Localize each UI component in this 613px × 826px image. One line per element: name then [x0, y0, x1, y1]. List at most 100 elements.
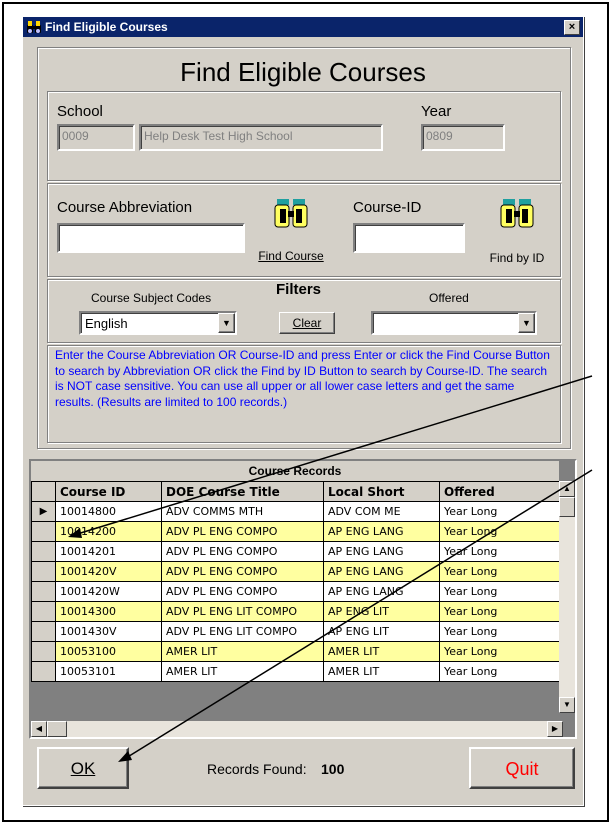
table-row[interactable]: 10014201 ADV PL ENG COMPO AP ENG LANG Year … — [31, 541, 570, 562]
scroll-thumb[interactable] — [559, 497, 575, 517]
chevron-down-icon[interactable]: ▼ — [218, 313, 235, 333]
cell-offered[interactable]: Year Long — [439, 541, 570, 562]
cell-local-short[interactable]: AP ENG LANG — [323, 561, 440, 582]
table-row[interactable]: 10014300 ADV PL ENG LIT COMPO AP ENG LIT Ye… — [31, 601, 570, 622]
course-records-caption: Course Records — [31, 461, 559, 482]
cell-local-short[interactable]: AP ENG LANG — [323, 521, 440, 542]
table-row[interactable]: 1001430V ADV PL ENG LIT COMPO AP ENG LIT Ye… — [31, 621, 570, 642]
table-row[interactable]: 10053100 AMER LIT AMER LIT Year Long — [31, 641, 570, 662]
row-selector-header — [31, 481, 56, 502]
cell-local-short[interactable]: AMER LIT — [323, 661, 440, 682]
column-header-local-short[interactable]: Local Short — [323, 481, 440, 502]
cell-doe-title[interactable]: ADV PL ENG LIT COMPO — [161, 621, 324, 642]
cell-offered[interactable]: Year Long — [439, 581, 570, 602]
cell-doe-title[interactable]: ADV PL ENG COMPO — [161, 521, 324, 542]
cell-course-id[interactable]: 10014200 — [55, 521, 162, 542]
cell-course-id[interactable]: 1001420W — [55, 581, 162, 602]
cell-local-short[interactable]: AP ENG LANG — [323, 541, 440, 562]
close-button[interactable]: × — [564, 20, 580, 35]
cell-local-short[interactable]: ADV COM ME — [323, 501, 440, 522]
cell-offered[interactable]: Year Long — [439, 641, 570, 662]
clear-button[interactable]: Clear — [279, 312, 335, 334]
course-records-table: Course ID DOE Course Title Local Short O… — [31, 481, 570, 682]
cell-doe-title[interactable]: ADV PL ENG COMPO — [161, 561, 324, 582]
row-selector[interactable] — [31, 561, 56, 582]
cell-offered[interactable]: Year Long — [439, 501, 570, 522]
table-row[interactable]: 1001420W ADV PL ENG COMPO AP ENG LANG Year … — [31, 581, 570, 602]
course-abbreviation-input[interactable] — [57, 223, 245, 253]
row-selector[interactable] — [31, 541, 56, 562]
school-code-field[interactable]: 0009 — [57, 124, 135, 151]
cell-offered[interactable]: Year Long — [439, 601, 570, 622]
scroll-up-icon[interactable]: ▲ — [559, 481, 575, 497]
row-selector[interactable] — [31, 521, 56, 542]
title-bar[interactable]: Find Eligible Courses × — [23, 17, 583, 37]
quit-button[interactable]: Quit — [469, 747, 575, 789]
cell-doe-title[interactable]: ADV PL ENG LIT COMPO — [161, 601, 324, 622]
cell-local-short[interactable]: AP ENG LIT — [323, 621, 440, 642]
row-selector[interactable] — [31, 581, 56, 602]
find-by-id-label: Find by ID — [489, 251, 545, 265]
offered-label: Offered — [429, 291, 469, 305]
subject-codes-value: English — [85, 316, 128, 331]
cell-doe-title[interactable]: ADV PL ENG COMPO — [161, 541, 324, 562]
column-header-doe-title[interactable]: DOE Course Title — [161, 481, 324, 502]
find-course-label: Find Course — [258, 249, 324, 263]
course-records-grid[interactable]: Course Records Course ID DOE Course Titl… — [29, 459, 577, 739]
cell-local-short[interactable]: AP ENG LANG — [323, 581, 440, 602]
page-title: Find Eligible Courses — [180, 57, 426, 87]
year-field[interactable]: 0809 — [421, 124, 505, 151]
cell-offered[interactable]: Year Long — [439, 621, 570, 642]
row-selector[interactable] — [31, 661, 56, 682]
cell-local-short[interactable]: AMER LIT — [323, 641, 440, 662]
hscroll-thumb[interactable] — [47, 721, 67, 737]
cell-doe-title[interactable]: ADV PL ENG COMPO — [161, 581, 324, 602]
school-name-field[interactable]: Help Desk Test High School — [139, 124, 383, 151]
subject-codes-select[interactable]: English ▼ — [79, 311, 237, 335]
table-row[interactable]: 10014200 ADV PL ENG COMPO AP ENG LANG Year … — [31, 521, 570, 542]
dialog-window: Find Eligible Courses × Find Eligible Co… — [22, 16, 584, 806]
chevron-down-icon[interactable]: ▼ — [518, 313, 535, 333]
row-selector[interactable] — [31, 641, 56, 662]
course-abbreviation-label: Course Abbreviation — [57, 199, 193, 216]
cell-course-id[interactable]: 10053100 — [55, 641, 162, 662]
cell-course-id[interactable]: 1001420V — [55, 561, 162, 582]
table-row[interactable]: 1001420V ADV PL ENG COMPO AP ENG LANG Year … — [31, 561, 570, 582]
row-selector[interactable] — [31, 621, 56, 642]
scroll-left-icon[interactable]: ◀ — [31, 721, 47, 737]
cell-course-id[interactable]: 10014201 — [55, 541, 162, 562]
find-course-button[interactable]: Find Course — [251, 193, 331, 267]
column-header-course-id[interactable]: Course ID — [55, 481, 162, 502]
cell-course-id[interactable]: 10014300 — [55, 601, 162, 622]
cell-offered[interactable]: Year Long — [439, 661, 570, 682]
subject-codes-label: Course Subject Codes — [91, 291, 212, 305]
cell-offered[interactable]: Year Long — [439, 561, 570, 582]
column-header-offered[interactable]: Offered — [439, 481, 570, 502]
cell-doe-title[interactable]: ADV COMMS MTH — [161, 501, 324, 522]
cell-offered[interactable]: Year Long — [439, 521, 570, 542]
find-by-id-button[interactable]: Find by ID — [479, 193, 555, 267]
offered-select[interactable]: ▼ — [371, 311, 537, 335]
course-id-input[interactable] — [353, 223, 465, 253]
row-selector[interactable]: ▶ — [31, 501, 56, 522]
scroll-right-icon[interactable]: ▶ — [547, 721, 563, 737]
cell-doe-title[interactable]: AMER LIT — [161, 641, 324, 662]
table-header-row: Course ID DOE Course Title Local Short O… — [31, 481, 570, 502]
binoculars-icon — [500, 199, 534, 228]
cell-local-short[interactable]: AP ENG LIT — [323, 601, 440, 622]
binoculars-icon — [274, 199, 308, 228]
table-row[interactable]: ▶ 10014800 ADV COMMS MTH ADV COM ME Year Lon… — [31, 501, 570, 522]
cell-course-id[interactable]: 10014800 — [55, 501, 162, 522]
cell-doe-title[interactable]: AMER LIT — [161, 661, 324, 682]
ok-button[interactable]: OK — [37, 747, 129, 789]
records-found-value: 100 — [321, 761, 345, 777]
row-selector[interactable] — [31, 601, 56, 622]
cell-course-id[interactable]: 10053101 — [55, 661, 162, 682]
horizontal-scrollbar[interactable]: ◀ ▶ — [31, 721, 563, 737]
cell-course-id[interactable]: 1001430V — [55, 621, 162, 642]
table-row[interactable]: 10053101 AMER LIT AMER LIT Year Long — [31, 661, 570, 682]
school-name-value: Help Desk Test High School — [144, 129, 293, 143]
records-found-label: Records Found: — [207, 761, 307, 777]
vertical-scrollbar[interactable]: ▲ ▼ — [559, 481, 575, 713]
scroll-down-icon[interactable]: ▼ — [559, 697, 575, 713]
